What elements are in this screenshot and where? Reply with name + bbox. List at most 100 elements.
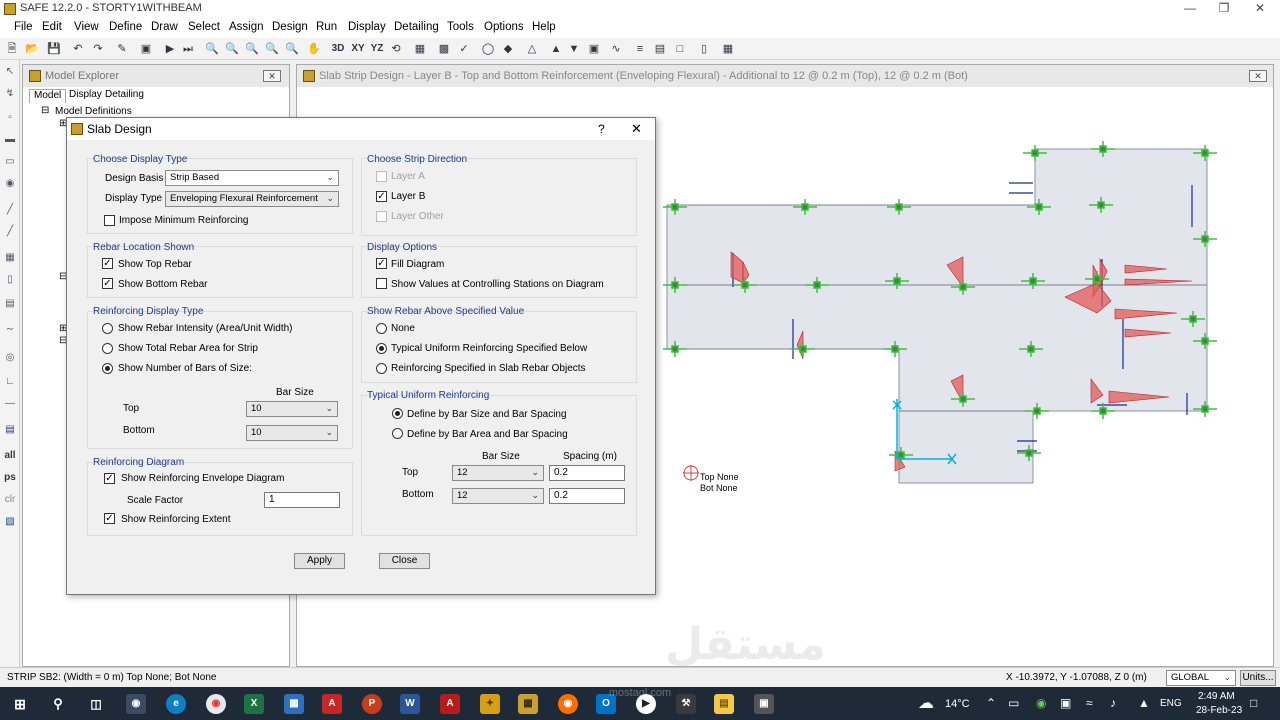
rotate-view-icon[interactable]: ⟲ — [388, 41, 404, 57]
minimize-icon[interactable]: — — [1180, 1, 1200, 15]
draw-point-icon[interactable]: ▫ — [2, 110, 18, 126]
help-icon[interactable]: ? — [598, 122, 605, 136]
close-icon[interactable]: ✕ — [1250, 1, 1270, 15]
windows-start-icon[interactable]: ⊞ — [10, 694, 30, 714]
uniform-bottom-spacing-input[interactable]: 0.2 — [549, 488, 625, 504]
tree-root[interactable]: Model Definitions — [55, 106, 132, 117]
network-icon[interactable]: ▲ — [1138, 696, 1150, 710]
checkmark-icon[interactable]: ✓ — [456, 41, 472, 57]
etabs-icon[interactable]: ✦ — [480, 694, 500, 714]
deformed-icon[interactable]: ∿ — [608, 41, 624, 57]
tab-display[interactable]: Display — [65, 89, 106, 103]
restore-icon[interactable]: ❐ — [1214, 1, 1234, 15]
safe-taskbar-icon[interactable]: ▦ — [518, 694, 538, 714]
pencil-icon[interactable]: ✎ — [114, 41, 130, 57]
tables-icon[interactable]: ▦ — [720, 41, 736, 57]
uniform-top-spacing-input[interactable]: 0.2 — [549, 465, 625, 481]
show-envelope-checkbox[interactable]: ✓ — [104, 473, 115, 484]
draw-wall-icon[interactable]: ▯ — [2, 272, 18, 288]
select-all-button[interactable]: all — [2, 448, 18, 464]
show-values-checkbox[interactable] — [376, 278, 387, 289]
zoom-window-icon[interactable]: 🔍 — [204, 41, 220, 57]
chevron-up-icon[interactable]: ⌃ — [986, 696, 996, 710]
size-spacing-radio[interactable] — [392, 408, 403, 419]
design-basis-select[interactable]: Strip Based ⌄ — [165, 170, 339, 186]
draw-tendon-icon[interactable]: ∼ — [2, 322, 18, 338]
apply-button[interactable]: Apply — [294, 553, 345, 569]
lock-icon[interactable]: ▣ — [138, 41, 154, 57]
wifi-icon[interactable]: ≈ — [1086, 696, 1093, 710]
menu-define[interactable]: Define — [109, 21, 142, 33]
dimension-icon[interactable]: ◎ — [2, 350, 18, 366]
intersect-icon[interactable]: ▧ — [2, 514, 18, 530]
menu-view[interactable]: View — [74, 21, 99, 33]
show-bottom-rebar-checkbox[interactable]: ✓ — [102, 278, 113, 289]
previous-selection-button[interactable]: ps — [2, 470, 18, 486]
store-icon[interactable]: ▦ — [284, 694, 304, 714]
run-icon[interactable]: ▶ — [162, 41, 178, 57]
triangle-icon[interactable]: △ — [524, 41, 540, 57]
open-folder-icon[interactable]: 📂 — [24, 41, 40, 57]
language-indicator[interactable]: ENG — [1160, 698, 1182, 709]
layer-b-checkbox[interactable]: ✓ — [376, 191, 387, 202]
force-icon[interactable]: ≡ — [632, 41, 648, 57]
uniform-top-size-select[interactable]: 12 ⌄ — [452, 465, 544, 481]
show-top-rebar-checkbox[interactable]: ✓ — [102, 258, 113, 269]
menu-file[interactable]: File — [14, 21, 33, 33]
reshape-icon[interactable]: ↯ — [2, 86, 18, 102]
circle-select-icon[interactable]: ◯ — [480, 41, 496, 57]
pointer-icon[interactable]: ↖ — [2, 64, 18, 80]
stress-icon[interactable]: ▤ — [652, 41, 668, 57]
shrink-icon[interactable]: ◆ — [500, 41, 516, 57]
pan-hand-icon[interactable]: ✋ — [306, 41, 322, 57]
rebar-above-typical-radio[interactable] — [376, 343, 387, 354]
draw-strip-icon[interactable]: ▤ — [2, 296, 18, 312]
divider-icon[interactable]: — — [2, 396, 18, 412]
menu-options[interactable]: Options — [484, 21, 524, 33]
units-button[interactable]: Units... — [1240, 670, 1276, 686]
layer-other-checkbox[interactable] — [376, 211, 387, 222]
rebar-intensity-radio[interactable] — [102, 323, 113, 334]
explorer-close-icon[interactable]: ✕ — [263, 70, 281, 82]
camera-app-icon[interactable]: ◉ — [126, 694, 146, 714]
security-icon[interactable]: ◉ — [1036, 696, 1046, 710]
tab-detailing[interactable]: Detailing — [101, 89, 148, 103]
zoom-all-icon[interactable]: 🔍 — [244, 41, 260, 57]
menu-design[interactable]: Design — [272, 21, 308, 33]
zoom-restore-icon[interactable]: 🔍 — [224, 41, 240, 57]
uniform-bottom-size-select[interactable]: 12 ⌄ — [452, 488, 544, 504]
video-editor-icon[interactable]: ▣ — [754, 694, 774, 714]
display-type-select[interactable]: Enveloping Flexural Reinforcement ⌄ — [165, 191, 339, 207]
bars-top-select[interactable]: 10 ⌄ — [246, 401, 338, 417]
acrobat-icon[interactable]: A — [322, 694, 342, 714]
draw-rect-icon[interactable]: ▭ — [2, 154, 18, 170]
chrome-browser-icon[interactable]: ◉ — [206, 694, 226, 714]
view-xy-button[interactable]: XY — [350, 41, 366, 57]
show-extent-checkbox[interactable]: ✓ — [104, 513, 115, 524]
zoom-in-icon[interactable]: 🔍 — [264, 41, 280, 57]
undo-icon[interactable]: ↶ — [70, 41, 86, 57]
rebar-above-none-radio[interactable] — [376, 323, 387, 334]
clear-selection-button[interactable]: clr — [2, 492, 18, 508]
draw-column-icon[interactable]: ▦ — [2, 250, 18, 266]
rebar-above-slab-radio[interactable] — [376, 363, 387, 374]
word-icon[interactable]: W — [400, 694, 420, 714]
fill-diagram-checkbox[interactable]: ✓ — [376, 258, 387, 269]
new-file-icon[interactable]: 🗎 — [4, 41, 20, 57]
excel-icon[interactable]: X — [244, 694, 264, 714]
tab-model[interactable]: Model — [29, 89, 67, 103]
display-image-icon[interactable]: ▣ — [586, 41, 602, 57]
menu-select[interactable]: Select — [188, 21, 220, 33]
number-of-bars-radio[interactable] — [102, 363, 113, 374]
edge-browser-icon[interactable]: e — [166, 694, 186, 714]
task-view-icon[interactable]: ◫ — [86, 694, 106, 714]
view-3d-button[interactable]: 3D — [330, 41, 346, 57]
usb-icon[interactable]: ▣ — [1060, 696, 1071, 710]
draw-area-icon[interactable]: ▬ — [2, 132, 18, 148]
menu-display[interactable]: Display — [348, 21, 386, 33]
view-yz-button[interactable]: YZ — [369, 41, 385, 57]
scale-factor-input[interactable]: 1 — [264, 492, 340, 508]
dialog-close-icon[interactable]: ✕ — [631, 121, 642, 137]
strip-icon[interactable]: ▯ — [696, 41, 712, 57]
weather-temperature[interactable]: 14°C — [945, 698, 970, 710]
